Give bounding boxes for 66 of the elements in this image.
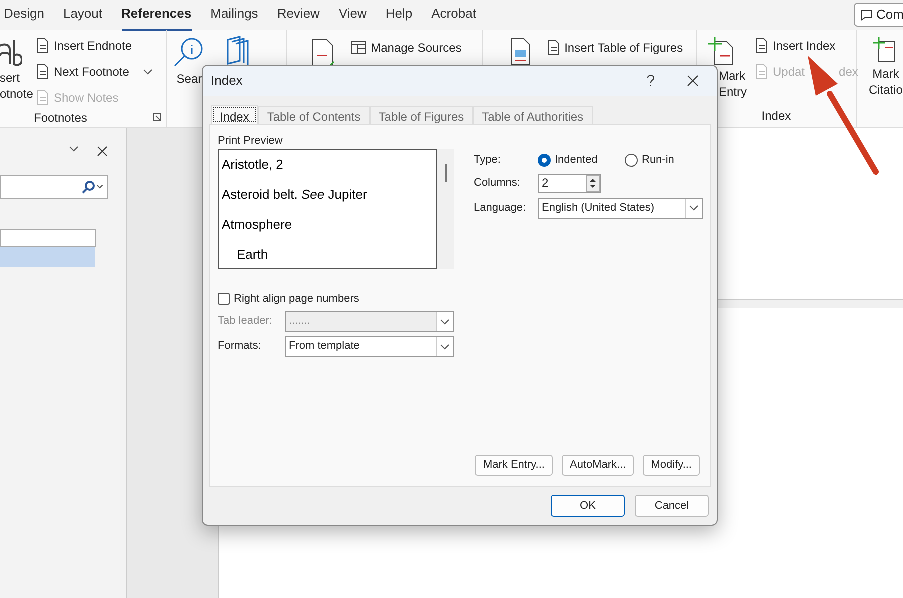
columns-label: Columns: [474,176,522,191]
group-label: Index [760,108,792,125]
group-label: Footnotes [33,110,88,126]
close-icon[interactable] [97,146,108,157]
preview-entry: Atmosphere [221,216,294,234]
ribbon-command[interactable]: Next Footnote [36,62,154,82]
update-index-tail: dex [839,64,858,81]
document-icon [546,40,561,56]
language-label: Language: [474,200,527,216]
type-radio[interactable]: Indented [538,152,625,168]
help-icon[interactable] [647,75,655,87]
dialog-button[interactable]: OK [551,495,625,517]
table-icon [351,41,368,55]
formats-label: Formats: [218,339,262,354]
search-label[interactable]: Sear [176,70,202,88]
mark-citation-label[interactable]: Citatio [868,82,903,98]
preview-entry: Earth [236,246,270,264]
print-preview-label: Print Preview [218,134,284,149]
books-icon [225,36,252,66]
collapse-icon [69,146,79,152]
results-field[interactable] [0,229,96,247]
ribbon-command[interactable]: Insert Endnote [36,36,154,56]
dialog-button[interactable]: Mark Entry... [475,455,553,476]
ribbon-tab[interactable]: Help [386,0,413,31]
close-icon[interactable] [687,75,699,87]
search-icon [82,180,95,194]
ribbon-tab[interactable]: Review [277,0,320,31]
mark-citation-label[interactable]: Mark [872,66,900,82]
comments-button[interactable]: Com [854,3,903,27]
preview-entry: Asteroid belt. See Jupiter [221,186,368,204]
spin-arrows-icon[interactable] [586,174,600,192]
insert-footnote-label[interactable]: sert [0,70,20,86]
comment-icon [860,10,873,20]
type-radio[interactable]: Run-in [625,152,674,168]
tab-leader-label: Tab leader: [218,314,274,330]
dialog-tab[interactable]: Table of Authorities [473,106,593,124]
columns-spinner[interactable]: 2 [538,174,601,192]
document-icon [754,38,769,54]
dialog-tab[interactable]: Table of Contents [258,106,370,124]
document-icon [36,90,50,106]
ribbon-tab[interactable]: Acrobat [432,0,476,31]
ribbon-command[interactable]: Manage Sources [351,38,462,58]
ribbon-tab[interactable]: View [338,0,367,31]
dialog-launcher-icon[interactable] [153,113,162,122]
ribbon-command[interactable]: Insert Index [754,36,858,56]
dialog-button[interactable]: Modify... [643,455,700,476]
right-align-checkbox[interactable]: Right align page numbers [218,291,702,307]
dialog-button[interactable]: Cancel [635,495,709,517]
search-field[interactable] [0,175,108,199]
dialog-button[interactable]: AutoMark... [562,455,634,476]
insert-footnote-label[interactable]: otnote [0,86,34,102]
document-icon [36,64,50,80]
dialog-tab[interactable]: Index [211,105,258,124]
formats-dropdown[interactable]: From template [285,336,454,357]
document-icon [36,38,50,54]
language-dropdown[interactable]: English (United States) [538,198,703,218]
preview-entry: Aristotle, 2 [221,156,284,174]
document-icon [754,64,769,80]
ribbon-command[interactable]: Insert Table of Figures [546,38,684,58]
ribbon-tab[interactable]: Design [4,0,44,31]
type-label: Type: [474,152,502,168]
image-document-icon [510,38,531,66]
dialog-tab[interactable]: Table of Figures [370,106,474,124]
ribbon-tab[interactable]: Layout [63,0,103,31]
dialog-title: Index [211,72,244,90]
ribbon-tab[interactable]: Mailings [210,0,258,31]
